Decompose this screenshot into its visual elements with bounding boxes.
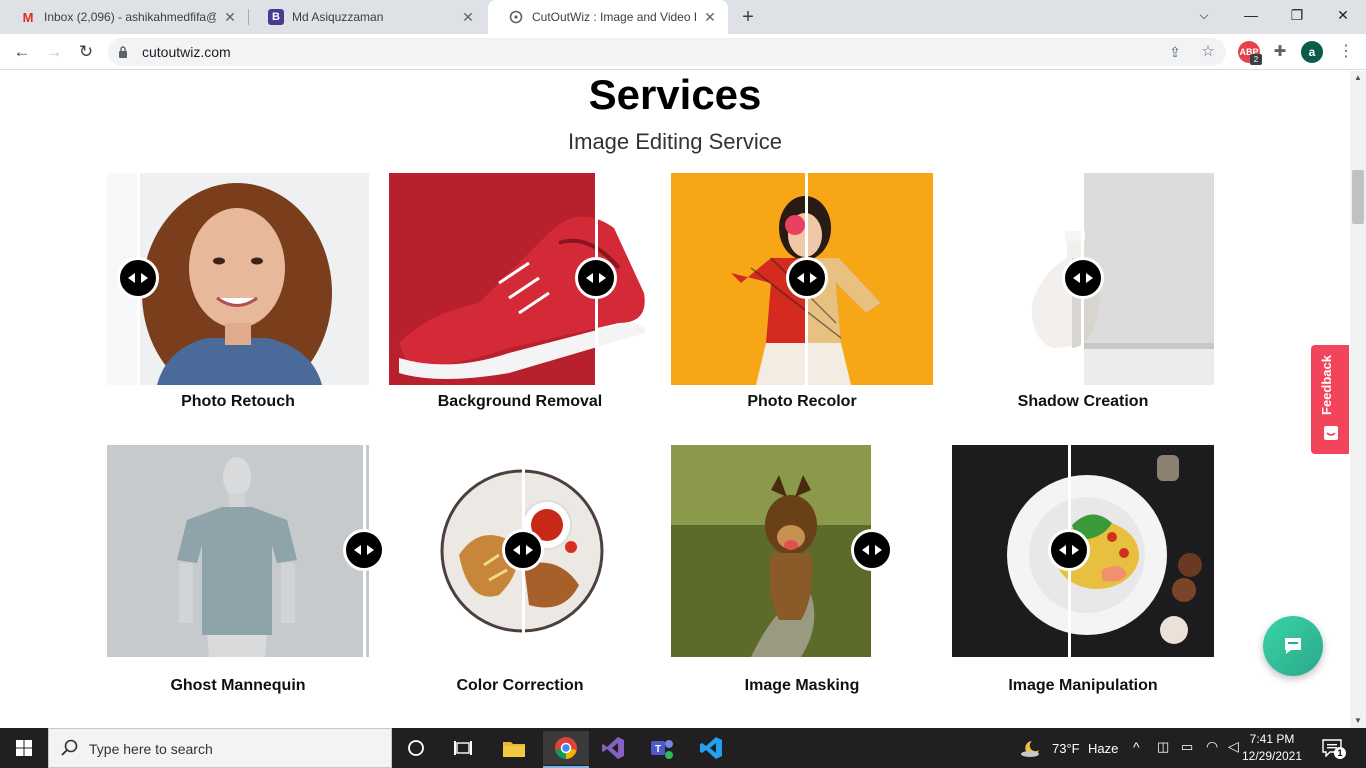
wifi-icon[interactable]: ◠ [1206, 738, 1218, 755]
scroll-up-arrow[interactable]: ▲ [1350, 71, 1366, 85]
close-tab-icon[interactable]: ✕ [702, 9, 718, 25]
behance-icon: B [268, 9, 284, 25]
search-placeholder: Type here to search [89, 741, 213, 757]
system-clock[interactable]: 7:41 PM 12/29/2021 [1240, 731, 1304, 765]
clock-date: 12/29/2021 [1241, 749, 1303, 763]
compare-slider-handle[interactable] [786, 257, 828, 299]
forward-button[interactable]: → [40, 38, 68, 66]
url-text: cutoutwiz.com [142, 44, 231, 60]
close-tab-icon[interactable]: ✕ [222, 9, 238, 25]
tab-search-icon[interactable]: ⌵ [1181, 0, 1227, 34]
volume-icon[interactable]: ◁ [1228, 738, 1239, 755]
profile-avatar[interactable]: a [1301, 41, 1323, 63]
compare-slider-handle[interactable] [1062, 257, 1104, 299]
arrows-left-right-icon [513, 545, 533, 555]
notification-center-icon[interactable]: 1 [1322, 739, 1346, 759]
windows-logo-icon [16, 740, 32, 756]
service-label: Ghost Mannequin [170, 677, 306, 694]
gmail-icon: M [22, 9, 34, 25]
taskbar-search-box[interactable]: Type here to search [48, 728, 392, 768]
arrows-left-right-icon [862, 545, 882, 555]
weather-temp[interactable]: 73°F [1052, 741, 1080, 756]
clock-time: 7:41 PM [1249, 732, 1295, 746]
browser-toolbar: ← → ↻ cutoutwiz.com ⇪ ☆ ABP 2 ✚ a ⋮ [0, 34, 1366, 70]
new-tab-button[interactable]: + [736, 6, 760, 28]
service-label: Shadow Creation [1017, 393, 1149, 410]
share-icon[interactable]: ⇪ [1166, 43, 1184, 61]
page-title: Services [588, 71, 762, 118]
restore-button[interactable]: ❐ [1274, 0, 1320, 34]
scroll-down-arrow[interactable]: ▼ [1350, 714, 1366, 728]
chat-bubble-icon [1285, 638, 1301, 654]
tab-title: Md Asiquzzaman [292, 10, 384, 24]
arrows-left-right-icon [1059, 545, 1079, 555]
chat-widget-button[interactable] [1263, 616, 1323, 676]
page-scrollbar[interactable]: ▲ ▼ [1350, 71, 1366, 728]
svg-text:T: T [655, 744, 661, 755]
battery-icon[interactable]: ▭ [1181, 739, 1193, 755]
arrows-left-right-icon [586, 273, 606, 283]
feedback-tab[interactable]: Feedback [1311, 345, 1349, 454]
file-explorer-icon[interactable] [494, 734, 534, 762]
arrows-left-right-icon [797, 273, 817, 283]
tab-gmail[interactable]: M Inbox (2,096) - ashikahmedfifa@gmail.c… [0, 0, 248, 34]
arrows-left-right-icon [128, 273, 148, 283]
ghost-mannequin-image [107, 445, 369, 657]
arrows-left-right-icon [1073, 273, 1093, 283]
bookmark-star-icon[interactable]: ☆ [1199, 43, 1217, 61]
visual-studio-icon[interactable] [593, 734, 633, 762]
compare-slider-handle[interactable] [117, 257, 159, 299]
feedback-label: Feedback [1319, 355, 1334, 415]
tab-strip: M Inbox (2,096) - ashikahmedfifa@gmail.c… [0, 0, 1366, 34]
extensions-puzzle-icon[interactable]: ✚ [1266, 38, 1294, 66]
compare-slider-handle[interactable] [575, 257, 617, 299]
compare-slider-handle[interactable] [851, 529, 893, 571]
tab-title: Inbox (2,096) - ashikahmedfifa@gmail.com [44, 10, 216, 24]
start-button[interactable] [0, 728, 48, 768]
section-subtitle: Image Editing Service [568, 129, 782, 154]
windows-taskbar: Type here to search T 73°F Haze ^ ◫ ▭ ◠ … [0, 728, 1366, 768]
back-button[interactable]: ← [8, 38, 36, 66]
lock-icon [119, 46, 127, 58]
address-bar[interactable]: cutoutwiz.com ⇪ ☆ [108, 38, 1226, 66]
reload-button[interactable]: ↻ [72, 38, 100, 66]
tab-behance[interactable]: B Md Asiquzzaman ✕ [248, 0, 486, 34]
weather-desc[interactable]: Haze [1088, 741, 1118, 756]
task-view-icon[interactable] [443, 734, 483, 762]
tab-cutoutwiz[interactable]: CutOutWiz : Image and Video Post Product… [488, 0, 728, 34]
close-window-button[interactable]: ✕ [1320, 0, 1366, 34]
notification-count-badge: 1 [1334, 747, 1346, 759]
service-label: Image Masking [744, 677, 860, 694]
service-label: Background Removal [437, 393, 603, 410]
service-label: Color Correction [456, 677, 584, 694]
weather-moon-icon[interactable] [1013, 734, 1049, 762]
vscode-icon[interactable] [691, 734, 731, 762]
teams-icon[interactable]: T [642, 734, 682, 762]
show-hidden-icons-chevron-icon[interactable]: ^ [1133, 739, 1140, 755]
tab-title: CutOutWiz : Image and Video Post Product… [532, 10, 696, 24]
scroll-thumb[interactable] [1352, 170, 1364, 224]
chrome-taskbar-icon[interactable] [543, 731, 589, 765]
compare-slider-handle[interactable] [502, 529, 544, 571]
service-label: Image Manipulation [1008, 677, 1158, 694]
compare-slider-handle[interactable] [1048, 529, 1090, 571]
extension-badge: 2 [1250, 54, 1262, 65]
service-label: Photo Retouch [181, 393, 295, 410]
feedback-face-icon [1324, 426, 1338, 440]
minimize-button[interactable]: — [1228, 0, 1274, 34]
image-masking-image [671, 445, 933, 657]
close-tab-icon[interactable]: ✕ [460, 9, 476, 25]
search-icon [61, 739, 78, 756]
arrows-left-right-icon [354, 545, 374, 555]
page-content: Services Image Editing Service Photo Ret… [0, 71, 1350, 728]
compare-slider-handle[interactable] [343, 529, 385, 571]
service-label: Photo Recolor [747, 393, 857, 410]
cortana-icon[interactable] [396, 734, 436, 762]
camera-icon[interactable]: ◫ [1157, 739, 1169, 755]
menu-kebab-icon[interactable]: ⋮ [1332, 38, 1360, 66]
cutoutwiz-icon [508, 9, 524, 25]
